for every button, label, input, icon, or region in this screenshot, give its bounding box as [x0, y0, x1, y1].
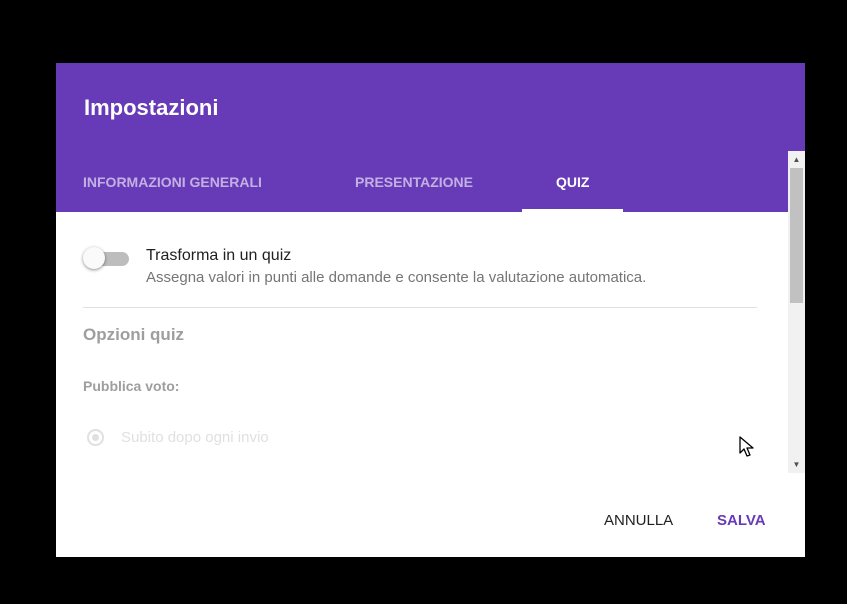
tab-bar: INFORMAZIONI GENERALI PRESENTAZIONE QUIZ — [56, 159, 805, 212]
quiz-toggle-row: Trasforma in un quiz Assegna valori in p… — [83, 243, 763, 293]
dialog-header: Impostazioni INFORMAZIONI GENERALI PRESE… — [56, 63, 805, 212]
divider — [83, 307, 757, 308]
quiz-options-heading: Opzioni quiz — [83, 325, 185, 344]
release-immediately-radio[interactable] — [87, 429, 104, 446]
quiz-toggle-switch[interactable] — [83, 246, 131, 270]
release-grade-label: Pubblica voto: — [83, 378, 180, 394]
radio-dot — [92, 434, 99, 441]
triangle-up-icon[interactable]: ▲ — [788, 151, 805, 168]
quiz-toggle-label: Trasforma in un quiz — [146, 247, 292, 264]
dialog-title: Impostazioni — [84, 95, 219, 120]
tab-quiz[interactable]: QUIZ — [556, 159, 589, 212]
quiz-toggle-description: Assegna valori in punti alle domande e c… — [146, 269, 647, 286]
release-immediately-option: Subito dopo ogni invio — [83, 426, 383, 450]
save-button[interactable]: SALVA — [709, 503, 774, 539]
tab-general-info[interactable]: INFORMAZIONI GENERALI — [83, 159, 262, 212]
tab-presentation[interactable]: PRESENTAZIONE — [355, 159, 473, 212]
settings-dialog: Impostazioni INFORMAZIONI GENERALI PRESE… — [56, 63, 805, 557]
mouse-pointer-icon — [739, 436, 754, 457]
triangle-down-icon[interactable]: ▼ — [788, 456, 805, 473]
scrollbar-thumb[interactable] — [790, 168, 803, 303]
dialog-actions: ANNULLA SALVA — [56, 473, 805, 557]
release-immediately-label: Subito dopo ogni invio — [121, 429, 269, 446]
vertical-scrollbar[interactable]: ▲ ▼ — [788, 151, 805, 473]
toggle-thumb — [83, 247, 105, 269]
cancel-button[interactable]: ANNULLA — [596, 503, 681, 539]
quiz-settings-content: Trasforma in un quiz Assegna valori in p… — [56, 212, 805, 473]
